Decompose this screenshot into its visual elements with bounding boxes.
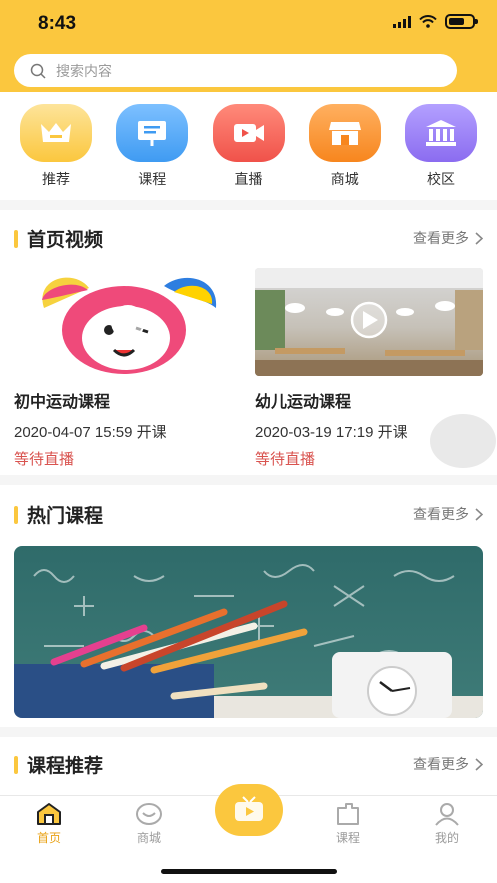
video-title: 初中运动课程 — [14, 394, 111, 411]
tab-profile[interactable]: 我的 — [417, 802, 477, 846]
video-thumbnail[interactable] — [255, 268, 483, 376]
section-title-text: 热门课程 — [27, 506, 104, 527]
section-marker — [14, 229, 18, 248]
hot-course-banner[interactable] — [14, 546, 483, 718]
tab-live-center[interactable] — [215, 784, 283, 836]
section-marker — [14, 505, 18, 524]
header: 8:43 — [0, 0, 497, 92]
divider — [0, 200, 497, 210]
video-card[interactable]: 初中运动课程 2020-04-07 15:59 开课 等待直播 — [14, 268, 244, 469]
classroom-image — [255, 268, 483, 376]
category-label: 校区 — [427, 171, 455, 187]
more-label: 查看更多 — [413, 756, 469, 772]
section-marker — [14, 755, 18, 774]
tab-course[interactable]: 课程 — [318, 802, 378, 846]
video-thumbnail[interactable] — [14, 268, 242, 376]
section-title-text: 课程推荐 — [27, 756, 104, 777]
category-nav: 推荐 课程 直播 商城 校区 — [0, 104, 497, 189]
category-label: 商城 — [330, 171, 359, 187]
divider — [0, 475, 497, 485]
chevron-right-icon — [475, 507, 483, 521]
floating-assistive-button[interactable] — [430, 414, 496, 468]
section-title-text: 首页视频 — [27, 230, 104, 251]
chalkboard-pencils-image — [14, 546, 483, 718]
more-label: 查看更多 — [413, 506, 469, 522]
video-status: 等待直播 — [14, 451, 75, 468]
course-icon — [337, 803, 359, 825]
battery-icon — [445, 14, 478, 29]
course-recommend-more-button[interactable]: 查看更多 — [413, 754, 483, 774]
video-datetime: 2020-04-07 15:59 开课 — [14, 424, 167, 441]
presentation-icon — [116, 104, 189, 162]
tab-label: 商城 — [136, 831, 161, 845]
search-icon — [30, 63, 46, 79]
chevron-right-icon — [475, 757, 483, 771]
signal-icon — [393, 15, 411, 28]
hot-courses-more-button[interactable]: 查看更多 — [413, 504, 483, 524]
section-title-hot-courses: 热门课程 — [14, 501, 103, 528]
search-bar[interactable] — [14, 54, 457, 87]
category-course[interactable]: 课程 — [116, 104, 189, 189]
video-camera-icon — [212, 104, 285, 162]
section-title-home-video: 首页视频 — [14, 225, 103, 252]
crown-icon — [20, 104, 92, 162]
store-icon — [308, 104, 381, 162]
home-icon — [37, 803, 61, 825]
user-icon — [435, 803, 459, 826]
mascot-image — [42, 277, 217, 374]
home-indicator — [161, 869, 337, 874]
tab-mall[interactable]: 商城 — [119, 802, 179, 846]
tv-icon — [235, 796, 263, 821]
tab-label: 首页 — [36, 831, 61, 845]
tab-label: 我的 — [434, 831, 459, 845]
chevron-right-icon — [475, 231, 483, 245]
section-title-course-recommend: 课程推荐 — [14, 751, 103, 778]
category-mall[interactable]: 商城 — [308, 104, 381, 189]
status-time: 8:43 — [38, 13, 77, 34]
category-live[interactable]: 直播 — [212, 104, 285, 189]
status-icons — [393, 14, 478, 29]
home-video-more-button[interactable]: 查看更多 — [413, 228, 483, 248]
search-input[interactable] — [56, 62, 436, 79]
category-label: 课程 — [138, 171, 167, 187]
category-label: 推荐 — [42, 171, 70, 187]
shop-icon — [136, 803, 162, 825]
category-label: 直播 — [234, 171, 263, 187]
video-title: 幼儿运动课程 — [255, 394, 352, 411]
tab-label: 课程 — [335, 831, 360, 845]
wifi-icon — [419, 15, 437, 28]
divider — [0, 727, 497, 737]
category-campus[interactable]: 校区 — [405, 104, 477, 189]
more-label: 查看更多 — [413, 230, 469, 246]
school-building-icon — [405, 104, 477, 162]
category-recommend[interactable]: 推荐 — [20, 104, 92, 189]
tab-home[interactable]: 首页 — [19, 802, 79, 846]
